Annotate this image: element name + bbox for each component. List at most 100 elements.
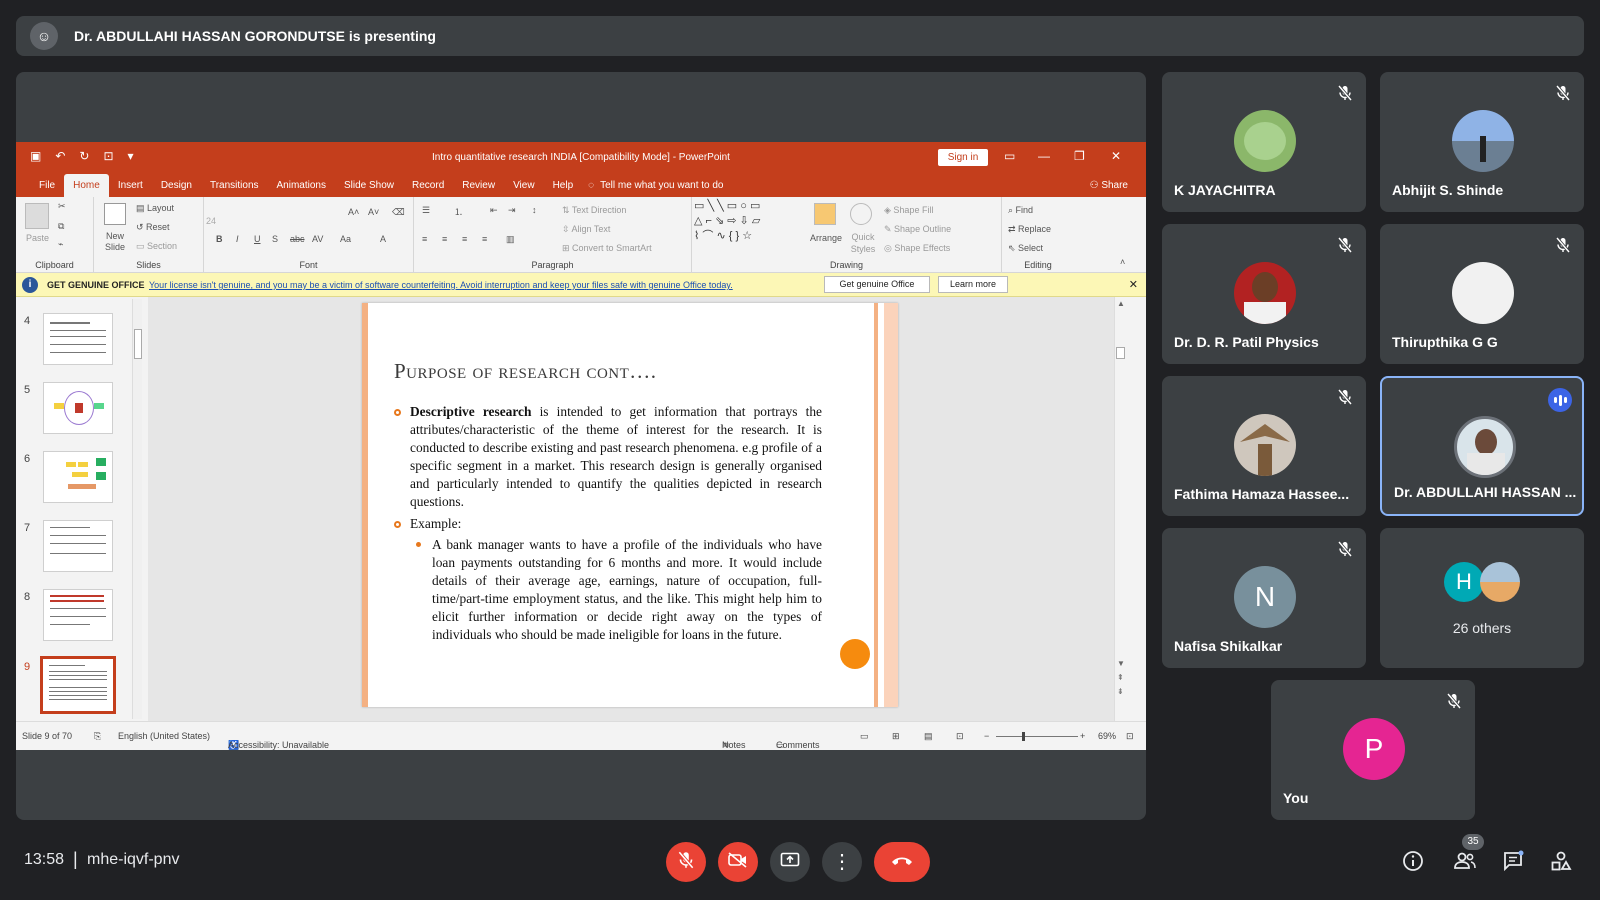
format-painter-icon[interactable]: ⌁ <box>58 239 63 250</box>
language-status[interactable]: English (United States) <box>118 731 210 741</box>
tab-slide-show[interactable]: Slide Show <box>335 180 403 197</box>
tab-home[interactable]: Home <box>64 174 109 197</box>
copy-icon[interactable]: ⧉ <box>58 221 64 232</box>
people-icon[interactable] <box>1452 848 1478 874</box>
quick-styles-icon[interactable] <box>850 203 872 225</box>
close-icon[interactable]: ✕ <box>1111 149 1121 163</box>
select-button[interactable]: ⇖ Select <box>1008 243 1043 254</box>
scroll-thumb[interactable] <box>1116 347 1125 359</box>
justify-icon[interactable]: ≡ <box>482 234 487 244</box>
activities-icon[interactable] <box>1548 848 1574 874</box>
zoom-in-icon[interactable]: + <box>1080 731 1085 741</box>
tab-animations[interactable]: Animations <box>268 180 335 197</box>
participant-tile[interactable]: Abhijit S. Shinde <box>1380 72 1584 212</box>
arrange-button[interactable]: Arrange <box>810 233 842 243</box>
tab-view[interactable]: View <box>504 180 544 197</box>
zoom-out-icon[interactable]: − <box>984 731 989 741</box>
minimize-icon[interactable]: — <box>1038 149 1050 163</box>
toggle-mic-button[interactable] <box>666 842 706 882</box>
find-button[interactable]: ⌕ Find <box>1008 205 1033 216</box>
underline-icon[interactable]: U <box>254 234 261 244</box>
toggle-camera-button[interactable] <box>718 842 758 882</box>
more-options-button[interactable]: ⋮ <box>822 842 862 882</box>
align-right-icon[interactable]: ≡ <box>462 234 467 244</box>
shrink-font-icon[interactable]: A˅ <box>368 207 379 217</box>
slideshow-view-icon[interactable]: ⊡ <box>956 731 964 742</box>
zoom-level[interactable]: 69% <box>1098 731 1116 741</box>
quick-styles-button[interactable]: Quick Styles <box>848 231 878 255</box>
fit-to-window-icon[interactable]: ⊡ <box>1126 731 1134 742</box>
align-text-button[interactable]: ⇳ Align Text <box>562 224 610 235</box>
shape-outline-button[interactable]: ✎ Shape Outline <box>884 224 951 235</box>
scroll-up-icon[interactable]: ▲ <box>1117 299 1125 308</box>
cut-icon[interactable]: ✂ <box>58 201 66 212</box>
close-notice-icon[interactable]: ✕ <box>1129 278 1138 291</box>
shapes-gallery[interactable]: ▭ ╲ ╲ ▭ ○ ▭ △ ⌐ ⇘ ⇨ ⇩ ▱ ⌇ ⌒ ∿ { } ☆ <box>692 197 804 247</box>
arrange-icon[interactable] <box>814 203 836 225</box>
tell-me-search[interactable]: Tell me what you want to do <box>600 180 723 197</box>
share-button[interactable]: ⚇ Share <box>1090 180 1128 191</box>
section-button[interactable]: ▭ Section <box>136 241 177 252</box>
numbering-icon[interactable]: ⒈ <box>454 205 463 218</box>
italic-icon[interactable]: I <box>236 234 239 244</box>
scroll-down-icon[interactable]: ▼ <box>1117 659 1125 668</box>
zoom-slider[interactable] <box>996 732 1078 741</box>
text-direction-button[interactable]: ⇅ Text Direction <box>562 205 626 216</box>
slide-thumbnail-current[interactable]: 9 <box>16 656 148 717</box>
tab-design[interactable]: Design <box>152 180 201 197</box>
tab-record[interactable]: Record <box>403 180 453 197</box>
participant-tile[interactable]: K JAYACHITRA <box>1162 72 1366 212</box>
zoom-slider-thumb[interactable] <box>1022 732 1025 741</box>
font-color-icon[interactable]: A <box>380 234 386 244</box>
paste-icon[interactable] <box>25 203 49 229</box>
align-left-icon[interactable]: ≡ <box>422 234 427 244</box>
paste-button[interactable]: Paste <box>26 233 49 243</box>
scroll-thumb[interactable] <box>134 329 142 359</box>
shape-effects-button[interactable]: ◎ Shape Effects <box>884 243 950 254</box>
font-size-box[interactable]: 24 <box>204 214 240 231</box>
reset-button[interactable]: ↺ Reset <box>136 222 170 233</box>
previous-slide-icon[interactable]: ⇞ <box>1117 673 1124 682</box>
slide-thumbnail[interactable]: 6 <box>16 451 148 509</box>
convert-smartart-button[interactable]: ⊞ Convert to SmartArt <box>562 243 652 254</box>
ribbon-display-icon[interactable]: ▭ <box>1004 149 1015 163</box>
increase-indent-icon[interactable]: ⇥ <box>508 205 516 216</box>
slide-thumbnail[interactable]: 8 <box>16 589 148 647</box>
char-spacing-icon[interactable]: AV <box>312 234 323 244</box>
meeting-details-icon[interactable] <box>1400 848 1426 874</box>
current-slide[interactable]: Purpose of research cont…. Descriptive r… <box>362 303 898 707</box>
shadow-icon[interactable]: S <box>272 234 278 244</box>
tab-help[interactable]: Help <box>544 180 583 197</box>
slide-thumbnail[interactable]: 4 <box>16 313 148 371</box>
bold-icon[interactable]: B <box>216 234 223 244</box>
sign-in-button[interactable]: Sign in <box>938 149 988 166</box>
participant-tile[interactable]: Dr. D. R. Patil Physics <box>1162 224 1366 364</box>
slide-thumbnail[interactable]: 5 <box>16 382 148 440</box>
leave-call-button[interactable] <box>874 842 930 882</box>
chat-icon[interactable] <box>1500 848 1526 874</box>
participant-tile[interactable]: Thirupthika G G <box>1380 224 1584 364</box>
tab-review[interactable]: Review <box>453 180 504 197</box>
slide-thumbnail[interactable]: 7 <box>16 520 148 578</box>
slide-scrollbar[interactable]: ▲ ▼ ⇞ ⇟ <box>1114 297 1126 721</box>
decrease-indent-icon[interactable]: ⇤ <box>490 205 498 216</box>
others-tile[interactable]: H 26 others <box>1380 528 1584 668</box>
tab-file[interactable]: File <box>30 180 64 197</box>
participant-tile[interactable]: N Nafisa Shikalkar <box>1162 528 1366 668</box>
center-icon[interactable]: ≡ <box>442 234 447 244</box>
strikethrough-icon[interactable]: abc <box>290 234 305 244</box>
thumbnail-scrollbar[interactable] <box>132 299 142 719</box>
new-slide-button[interactable]: New Slide <box>100 231 130 253</box>
present-screen-button[interactable] <box>770 842 810 882</box>
restore-icon[interactable]: ❐ <box>1074 149 1085 163</box>
new-slide-icon[interactable] <box>104 203 126 225</box>
participant-tile[interactable]: Fathima Hamaza Hassee... <box>1162 376 1366 516</box>
bullets-icon[interactable]: ☰ <box>422 205 430 216</box>
notice-message-link[interactable]: Your license isn't genuine, and you may … <box>149 280 733 290</box>
replace-button[interactable]: ⇄ Replace <box>1008 224 1051 235</box>
tab-insert[interactable]: Insert <box>109 180 152 197</box>
slide-sorter-icon[interactable]: ⊞ <box>892 731 900 742</box>
get-genuine-office-button[interactable]: Get genuine Office <box>824 276 930 293</box>
normal-view-icon[interactable]: ▭ <box>860 731 869 742</box>
self-tile[interactable]: P You <box>1271 680 1475 820</box>
